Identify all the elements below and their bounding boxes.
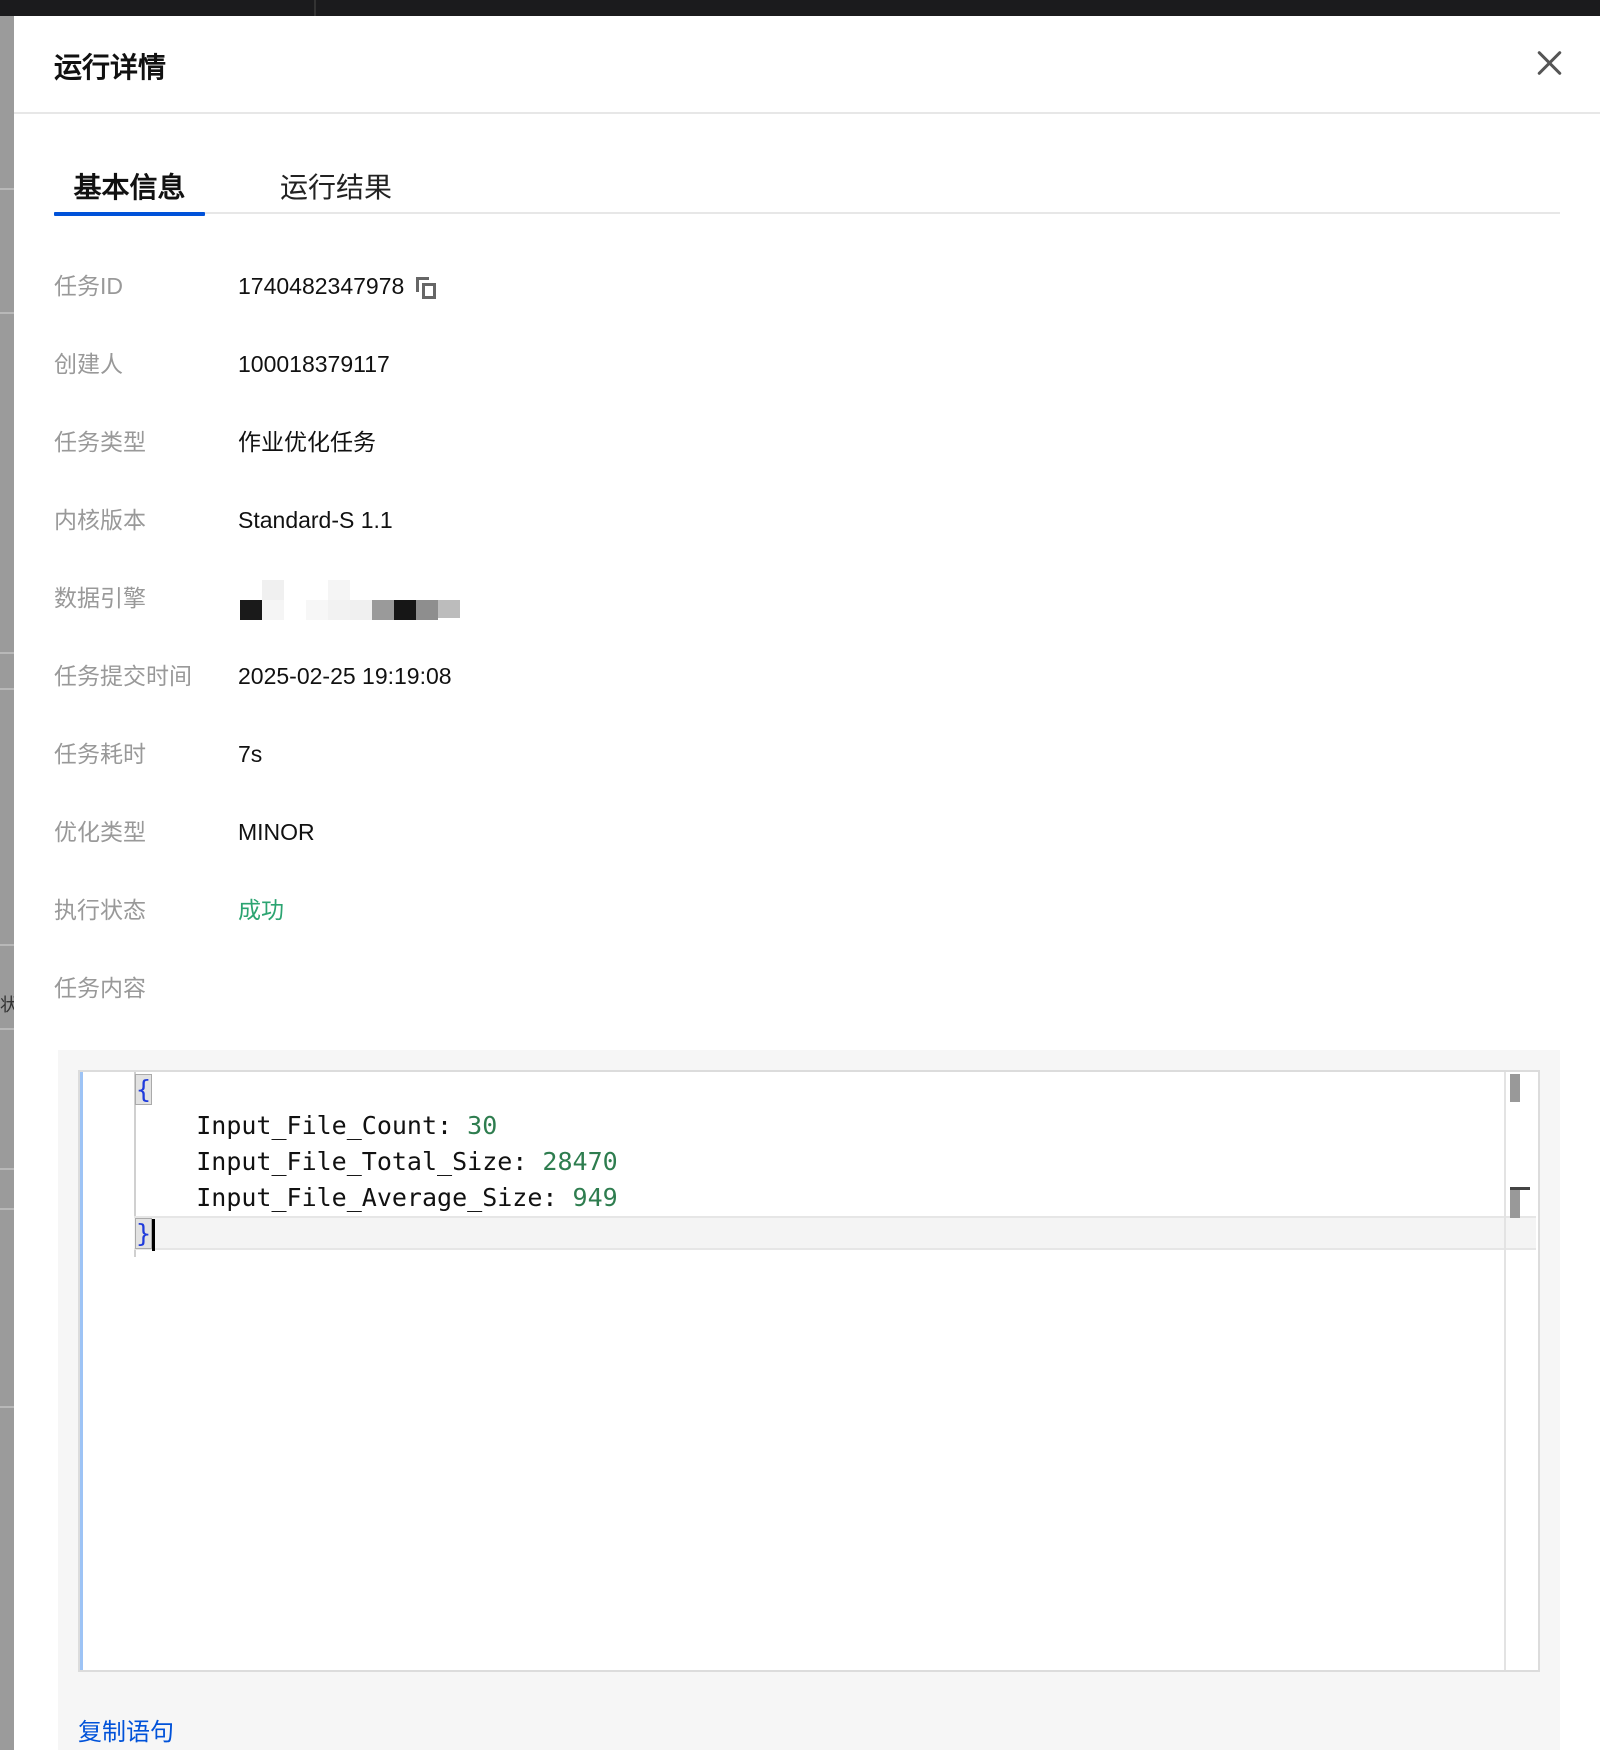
code-key: Input_File_Count:	[196, 1111, 453, 1140]
redacted-value	[238, 578, 468, 620]
backdrop-divider	[0, 312, 14, 314]
kernel-version-label: 内核版本	[54, 507, 146, 533]
copy-statement-link[interactable]: 复制语句	[78, 1712, 174, 1747]
creator-value: 100018379117	[238, 351, 390, 377]
code-close-brace: }	[134, 1218, 153, 1249]
task-id-value-wrap: 1740482347978	[238, 266, 438, 306]
task-content-label: 任务内容	[54, 975, 146, 1001]
status-badge: 成功	[238, 897, 284, 923]
drawer-title: 运行详情	[54, 52, 167, 83]
backdrop-divider	[0, 1208, 14, 1210]
editor-scrollbar-thumb[interactable]	[1510, 1190, 1520, 1218]
info-row-task-id: 任务ID 1740482347978	[54, 266, 1554, 306]
editor-focus-bar	[80, 1072, 83, 1670]
backdrop-divider	[0, 1406, 14, 1408]
info-row-kernel-version: 内核版本 Standard-S 1.1	[54, 500, 1554, 540]
info-row-submit-time: 任务提交时间 2025-02-25 19:19:08	[54, 656, 1554, 696]
info-row-task-type: 任务类型 作业优化任务	[54, 422, 1554, 462]
code-content: { Input_File_Count: 30 Input_File_Total_…	[134, 1072, 618, 1252]
code-key: Input_File_Average_Size:	[196, 1183, 558, 1212]
data-engine-label: 数据引擎	[54, 585, 146, 611]
task-type-value: 作业优化任务	[238, 429, 376, 455]
copy-icon[interactable]	[414, 275, 438, 301]
code-value: 30	[467, 1111, 498, 1140]
editor-scrollbar-track[interactable]	[1504, 1072, 1506, 1670]
task-id-value: 1740482347978	[238, 273, 405, 299]
exec-status-label: 执行状态	[54, 897, 146, 923]
submit-time-value: 2025-02-25 19:19:08	[238, 663, 452, 689]
optimize-type-label: 优化类型	[54, 819, 146, 845]
code-line: }	[134, 1216, 618, 1252]
top-app-bar	[0, 0, 1600, 16]
info-row-exec-status: 执行状态 成功	[54, 890, 1554, 930]
duration-label: 任务耗时	[54, 741, 146, 767]
code-key: Input_File_Total_Size:	[196, 1147, 528, 1176]
info-row-creator: 创建人 100018379117	[54, 344, 1554, 384]
tab-run-result[interactable]: 运行结果	[280, 166, 392, 214]
text-cursor	[152, 1219, 156, 1251]
task-content-panel: { Input_File_Count: 30 Input_File_Total_…	[58, 1050, 1560, 1750]
backdrop-divider	[0, 1168, 14, 1170]
backdrop-divider	[0, 652, 14, 654]
page-backdrop: 状	[0, 16, 18, 1750]
backdrop-divider	[0, 944, 14, 946]
tab-bar: 基本信息 运行结果	[54, 166, 1560, 216]
info-row-optimize-type: 优化类型 MINOR	[54, 812, 1554, 852]
backdrop-divider	[0, 188, 14, 190]
code-open-brace: {	[134, 1074, 153, 1105]
task-id-label: 任务ID	[54, 273, 123, 299]
code-line: Input_File_Total_Size: 28470	[136, 1144, 618, 1180]
code-value: 28470	[542, 1147, 618, 1176]
editor-scrollbar-thumb[interactable]	[1510, 1074, 1520, 1102]
code-editor[interactable]: { Input_File_Count: 30 Input_File_Total_…	[78, 1070, 1540, 1672]
submit-time-label: 任务提交时间	[54, 663, 192, 689]
code-line: Input_File_Average_Size: 949	[136, 1180, 618, 1216]
info-row-duration: 任务耗时 7s	[54, 734, 1554, 774]
info-row-data-engine: 数据引擎	[54, 578, 1554, 620]
code-line: Input_File_Count: 30	[136, 1108, 618, 1144]
code-value: 949	[572, 1183, 618, 1212]
task-type-label: 任务类型	[54, 429, 146, 455]
duration-value: 7s	[238, 741, 263, 767]
info-row-task-content: 任务内容	[54, 968, 1554, 1008]
run-details-drawer: 运行详情 基本信息 运行结果 任务ID 1740482347978 创建人 10…	[14, 16, 1600, 1750]
creator-label: 创建人	[54, 351, 123, 377]
data-engine-value	[238, 578, 468, 620]
drawer-header: 运行详情	[14, 16, 1600, 114]
close-icon[interactable]	[1532, 46, 1566, 80]
optimize-type-value: MINOR	[238, 819, 315, 845]
top-bar-separator	[314, 0, 316, 16]
kernel-version-value: Standard-S 1.1	[238, 507, 393, 533]
code-line: {	[134, 1072, 618, 1108]
backdrop-divider	[0, 688, 14, 690]
backdrop-divider	[0, 1028, 14, 1030]
tab-basic-info[interactable]: 基本信息	[54, 166, 205, 216]
